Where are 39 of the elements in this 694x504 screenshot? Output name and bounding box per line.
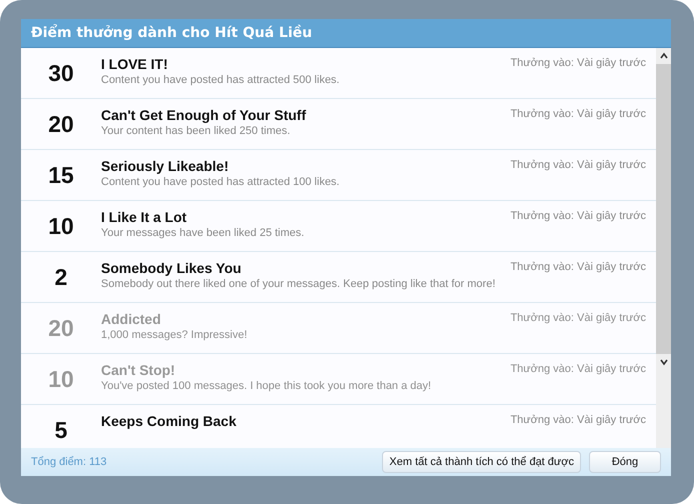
award-points: 15 xyxy=(47,161,75,190)
close-button[interactable]: Đóng xyxy=(589,451,661,473)
award-date: Thưởng vào: Vài giây trước xyxy=(510,413,647,428)
award-points: 30 xyxy=(47,59,75,88)
award-description: Your content has been liked 250 times. xyxy=(101,125,292,137)
award-description: Content you have posted has attracted 500 likes. xyxy=(101,74,340,86)
award-title: Can't Stop! xyxy=(101,362,176,378)
award-points: 5 xyxy=(54,416,68,445)
award-points: 2 xyxy=(54,263,68,292)
total-points: Tổng điểm: 113 xyxy=(31,456,107,468)
award-description: Somebody out there liked one of your messages. Keep posting like that for more! xyxy=(101,278,496,290)
award-description: 1,000 messages? Impressive! xyxy=(101,329,248,341)
scroll-thumb[interactable] xyxy=(656,64,671,354)
award-points: 20 xyxy=(47,314,75,343)
award-description: Your messages have been liked 25 times. xyxy=(101,227,306,239)
award-title: I LOVE IT! xyxy=(101,56,169,72)
award-date: Thưởng vào: Vài giây trước xyxy=(510,56,647,71)
dialog-title: Điểm thưởng dành cho Hít Quá Liều xyxy=(21,19,671,48)
award-points: 10 xyxy=(47,365,75,394)
award-points: 10 xyxy=(47,212,75,241)
award-title: Can't Get Enough of Your Stuff xyxy=(101,107,308,123)
award-date: Thưởng vào: Vài giây trước xyxy=(510,311,647,326)
award-title: Addicted xyxy=(101,311,162,327)
award-points: 20 xyxy=(47,110,75,139)
award-title: I Like It a Lot xyxy=(101,209,188,225)
award-date: Thưởng vào: Vài giây trước xyxy=(510,209,647,224)
award-title: Somebody Likes You xyxy=(101,260,242,276)
award-date: Thưởng vào: Vài giây trước xyxy=(510,158,647,173)
scroll-down-icon[interactable] xyxy=(658,357,668,367)
scrollbar[interactable] xyxy=(656,48,671,448)
award-date: Thưởng vào: Vài giây trước xyxy=(510,362,647,377)
award-description: Content you have posted has attracted 100 likes. xyxy=(101,176,340,188)
award-title: Keeps Coming Back xyxy=(101,413,238,429)
award-title: Seriously Likeable! xyxy=(101,158,230,174)
award-description: You've posted 100 messages. I hope this took you more than a day! xyxy=(101,380,432,392)
scroll-up-icon[interactable] xyxy=(658,51,668,61)
view-all-button[interactable]: Xem tất cả thành tích có thể đạt được xyxy=(382,451,581,473)
award-date: Thưởng vào: Vài giây trước xyxy=(510,107,647,122)
award-date: Thưởng vào: Vài giây trước xyxy=(510,260,647,275)
